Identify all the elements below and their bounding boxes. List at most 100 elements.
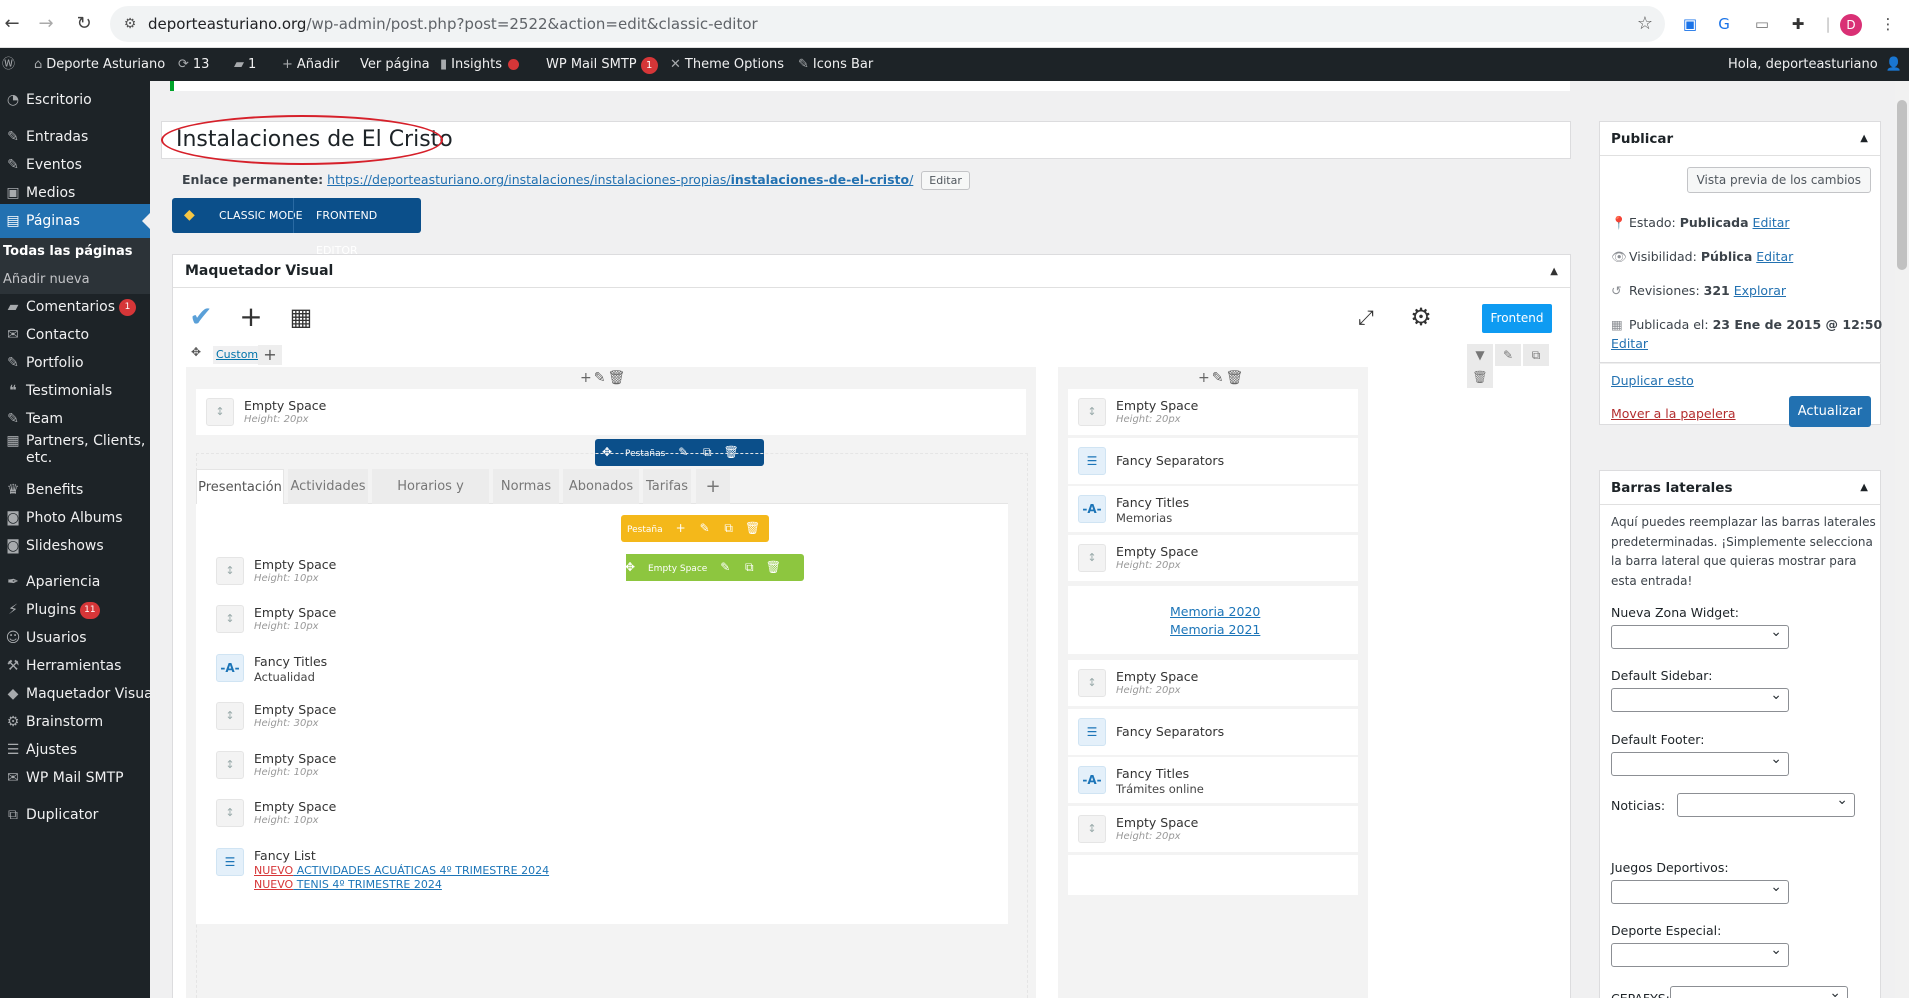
sidebar-item-partners-clients[interactable]: ▦ Partners, Clients, etc.	[0, 430, 150, 470]
element-space[interactable]: ↕ Empty Space Height: 10px	[206, 548, 626, 594]
clone-icon[interactable]: ⧉	[717, 515, 741, 542]
tab-horarios-y-servicios[interactable]: Horarios y Servicios	[372, 469, 489, 529]
element-separator[interactable]: ☰ Fancy Separators	[1068, 438, 1358, 484]
collapse-icon[interactable]: ▲	[1860, 471, 1868, 505]
element-space[interactable]: ↕ Empty Space Height: 20px	[1068, 660, 1358, 706]
explore-revisions-link[interactable]: Explorar	[1734, 283, 1786, 298]
tab-tarifas[interactable]: Tarifas	[643, 469, 691, 504]
updates-link[interactable]: ⟳ 13	[178, 48, 209, 81]
sidebar-item-slideshows[interactable]: ◙ Slideshows	[0, 529, 150, 563]
empty-space-element-controls[interactable]: ✥ Empty Space ✎ ⧉ 🗑	[618, 554, 804, 581]
edit-visibility-link[interactable]: Editar	[1756, 249, 1793, 264]
duplicate-link[interactable]: Duplicar esto	[1611, 373, 1694, 388]
submenu-item[interactable]: Añadir nueva	[0, 266, 150, 294]
submenu-item[interactable]: Todas las páginas	[0, 238, 150, 266]
row-edit-icon[interactable]: ✎	[1495, 344, 1521, 366]
sidebar-item-duplicator[interactable]: ⧉ Duplicator	[0, 798, 150, 832]
tab-section-controls[interactable]: Pestaña + ✎ ⧉ 🗑	[621, 515, 769, 542]
add-element-icon[interactable]: +	[231, 297, 271, 337]
edit-status-link[interactable]: Editar	[1753, 215, 1790, 230]
column-controls[interactable]: +✎🗑	[580, 370, 627, 386]
preview-changes-button[interactable]: Vista previa de los cambios	[1686, 167, 1871, 193]
memoria-link[interactable]: Memoria 2021	[1170, 622, 1260, 637]
element-space[interactable]: ↕ Empty Space Height: 10px	[206, 742, 626, 788]
address-bar[interactable]: ⚙ deporteasturiano.org/wp-admin/post.php…	[110, 6, 1665, 42]
scrollbar-thumb[interactable]	[1897, 100, 1907, 270]
collapse-icon[interactable]: ▲	[1550, 255, 1558, 288]
site-info-icon[interactable]: ⚙	[120, 14, 140, 34]
edit-icon[interactable]: ✎	[713, 554, 737, 581]
edit-icon[interactable]: ✎	[693, 515, 717, 542]
settings-gear-icon[interactable]: ⚙	[1401, 297, 1441, 337]
sidebar-item-wp-mail-smtp[interactable]: ✉ WP Mail SMTP	[0, 761, 150, 795]
classic-mode-button[interactable]: CLASSIC MODE	[219, 198, 303, 233]
row-layout-custom-link[interactable]: Custom	[213, 346, 262, 364]
row-toggle-icon[interactable]: ▼	[1467, 344, 1493, 366]
theme-options-link[interactable]: ✕ Theme Options	[670, 48, 784, 81]
insights-link[interactable]: ▮ Insights	[440, 48, 519, 81]
sidebar-select[interactable]	[1611, 879, 1789, 904]
tab-actividades[interactable]: Actividades	[288, 469, 368, 504]
add-new-link[interactable]: + Añadir	[282, 48, 339, 81]
row-clone-icon[interactable]: ⧉	[1523, 344, 1549, 366]
delete-icon[interactable]: 🗑	[761, 554, 785, 581]
element-title[interactable]: -A- Fancy Titles Trámites online	[1068, 757, 1358, 803]
clone-icon[interactable]: ⧉	[737, 554, 761, 581]
back-icon[interactable]: ←	[0, 12, 24, 36]
add-column-button[interactable]: +	[258, 345, 282, 365]
extension-icon[interactable]: ▣	[1678, 12, 1702, 36]
trash-link[interactable]: Mover a la papelera	[1611, 406, 1736, 421]
icons-bar-link[interactable]: ✎ Icons Bar	[798, 48, 873, 81]
templates-icon[interactable]: ▦	[281, 297, 321, 337]
puzzle-icon[interactable]: ✚	[1786, 12, 1810, 36]
tab-abonados[interactable]: Abonados	[563, 469, 639, 504]
sidebar-select[interactable]	[1677, 792, 1855, 817]
column-controls[interactable]: +✎🗑	[1198, 370, 1245, 386]
sidebar-item-escritorio[interactable]: ◔ Escritorio	[0, 83, 150, 117]
frontend-button[interactable]: Frontend	[1482, 304, 1552, 333]
add-tab-button[interactable]: +	[696, 469, 730, 504]
permalink-link[interactable]: https://deporteasturiano.org/instalacion…	[327, 172, 913, 187]
site-name-link[interactable]: ⌂ Deporte Asturiano	[34, 48, 165, 81]
delete-icon[interactable]: 🗑	[741, 515, 765, 542]
reload-icon[interactable]: ↻	[72, 12, 96, 36]
tab-normas[interactable]: Normas	[493, 469, 559, 504]
profile-avatar[interactable]: D	[1840, 14, 1862, 36]
edit-permalink-button[interactable]: Editar	[921, 171, 970, 190]
element-title[interactable]: -A- Fancy Titles Actualidad	[206, 645, 626, 691]
memoria-link[interactable]: Memoria 2020	[1170, 604, 1260, 619]
element-separator[interactable]: ☰ Fancy Separators	[1068, 709, 1358, 755]
element-space[interactable]: ↕ Empty Space Height: 20px	[1068, 806, 1358, 852]
sidebar-select[interactable]	[1611, 624, 1789, 649]
comments-link[interactable]: ▰ 1	[234, 48, 256, 81]
collapse-icon[interactable]: ▲	[1860, 122, 1868, 156]
element-fancy-list[interactable]: ☰ Fancy List NUEVO ACTIVIDADES ACUÁTICAS 4…	[206, 839, 626, 899]
wp-mail-smtp-link[interactable]: WP Mail SMTP 1	[546, 48, 658, 81]
update-button[interactable]: Actualizar	[1789, 396, 1871, 427]
list-item-new-badge[interactable]: NUEVO	[254, 864, 293, 877]
vc-logo-icon[interactable]: ✔	[181, 297, 221, 337]
sidebar-select[interactable]	[1670, 985, 1848, 998]
list-item-new-badge[interactable]: NUEVO	[254, 878, 293, 891]
translate-icon[interactable]: G	[1712, 12, 1736, 36]
element-text-block-memorias[interactable]: Memoria 2020 Memoria 2021	[1068, 586, 1358, 654]
sidebar-select[interactable]	[1611, 942, 1789, 967]
sidebar-select[interactable]	[1611, 751, 1789, 776]
forward-icon[interactable]: →	[34, 12, 58, 36]
element-partial[interactable]	[1068, 855, 1358, 895]
element-title[interactable]: -A- Fancy Titles Memorias	[1068, 486, 1358, 532]
sidebar-item-p-ginas[interactable]: ▤ Páginas	[0, 204, 150, 238]
list-item-link[interactable]: ACTIVIDADES ACUÁTICAS 4º TRIMESTRE 2024	[293, 864, 549, 877]
add-icon[interactable]: +	[669, 515, 693, 542]
wordpress-logo-icon[interactable]: Ⓦ	[2, 48, 19, 81]
row-delete-icon[interactable]: 🗑	[1467, 366, 1493, 388]
view-page-link[interactable]: Ver página	[360, 48, 430, 81]
cast-icon[interactable]: ▭	[1750, 12, 1774, 36]
sidebar-select[interactable]	[1611, 687, 1789, 712]
element-space[interactable]: ↕ Empty Space Height: 30px	[206, 693, 626, 739]
bookmark-star-icon[interactable]: ☆	[1637, 13, 1653, 34]
tab-presentacion[interactable]: Presentación	[196, 469, 284, 504]
menu-dots-icon[interactable]: ⋮	[1876, 12, 1900, 36]
fullscreen-icon[interactable]: ⤢	[1346, 297, 1386, 337]
edit-date-link[interactable]: Editar	[1611, 336, 1648, 351]
